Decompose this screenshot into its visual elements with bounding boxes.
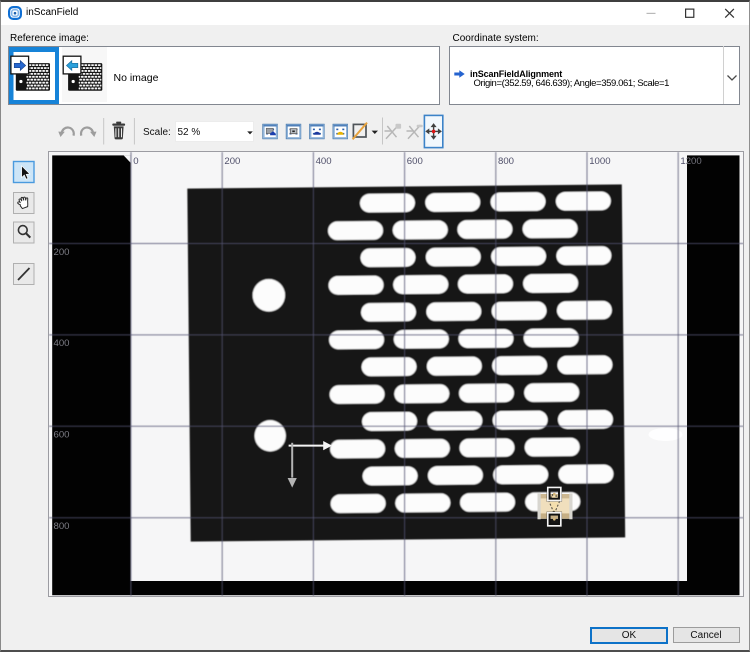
svg-text:200: 200 (685, 156, 701, 167)
svg-text:400: 400 (53, 338, 69, 349)
svg-text:200: 200 (53, 247, 69, 258)
svg-text:600: 600 (53, 430, 69, 441)
svg-text:800: 800 (53, 521, 69, 532)
svg-text:1000: 1000 (589, 156, 610, 167)
svg-text:800: 800 (498, 156, 514, 167)
